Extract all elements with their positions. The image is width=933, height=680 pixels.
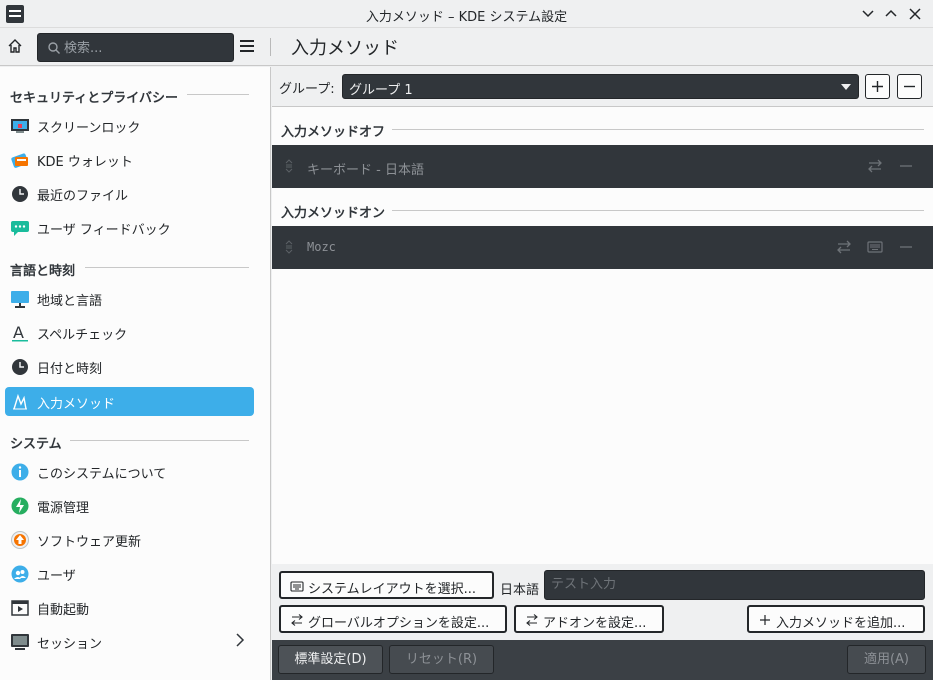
page-title: 入力メソッド — [291, 38, 399, 59]
im-row-mozc[interactable]: Mozc — [272, 226, 933, 269]
sidebar-item-spellcheck[interactable]: A スペルチェック — [5, 318, 254, 347]
configure-icon — [526, 614, 538, 626]
close-button[interactable] — [905, 4, 925, 24]
sidebar-item-session[interactable]: セッション — [5, 627, 254, 656]
section-divider — [392, 210, 924, 211]
main-panel: グループ: グループ 1 入力メソッドオフ キーボード - 日本語 入力メソッド… — [272, 67, 933, 680]
keyboard-icon — [290, 581, 304, 592]
keyboard-icon[interactable] — [866, 238, 884, 256]
section-divider — [392, 129, 924, 130]
sidebar-item-region-language[interactable]: 地域と言語 — [5, 284, 254, 313]
remove-group-button[interactable] — [897, 74, 922, 99]
toolbar-separator — [270, 38, 271, 56]
sidebar-item-users[interactable]: ユーザ — [5, 559, 254, 588]
input-method-list: 入力メソッドオフ キーボード - 日本語 入力メソッドオン Mozc — [272, 106, 933, 564]
sidebar-item-software-update[interactable]: ソフトウェア更新 — [5, 525, 254, 554]
defaults-button[interactable]: 標準設定(D) — [278, 645, 383, 674]
sidebar-item-power-management[interactable]: 電源管理 — [5, 491, 254, 520]
sidebar-item-input-method[interactable]: 入力メソッド — [5, 387, 254, 416]
test-input[interactable] — [551, 577, 911, 592]
minimize-button[interactable] — [858, 4, 878, 24]
input-method-icon — [13, 393, 27, 410]
group-select[interactable]: グループ 1 — [342, 74, 859, 99]
users-icon — [11, 565, 29, 583]
select-system-layout-button[interactable]: システムレイアウトを選択... — [279, 571, 494, 599]
sidebar-item-recent-files[interactable]: 最近のファイル — [5, 179, 254, 208]
plus-icon — [760, 615, 770, 625]
screen-lock-icon — [11, 119, 29, 133]
switch-layout-icon[interactable] — [835, 238, 853, 256]
maximize-button[interactable] — [881, 4, 901, 24]
configure-icon — [291, 614, 303, 626]
chevron-right-icon — [236, 633, 245, 647]
test-language-label: 日本語 — [500, 583, 540, 598]
feedback-icon — [11, 221, 29, 236]
sidebar-item-date-time[interactable]: 日付と時刻 — [5, 352, 254, 381]
remove-icon[interactable] — [897, 157, 915, 175]
toolbar: 入力メソッド — [0, 28, 933, 66]
wallet-icon — [11, 153, 29, 168]
clock-icon — [12, 359, 28, 375]
section-header-language-time: 言語と時刻 — [10, 264, 76, 279]
svg-text:A: A — [13, 323, 24, 342]
sidebar-item-autostart[interactable]: 自動起動 — [5, 593, 254, 622]
im-row-keyboard[interactable]: キーボード - 日本語 — [272, 145, 933, 188]
minus-icon — [904, 85, 915, 88]
section-header-system: システム — [10, 437, 62, 452]
group-select-value: グループ 1 — [349, 83, 413, 98]
search-icon — [48, 42, 60, 54]
region-icon — [11, 291, 29, 308]
group-label: グループ: — [279, 82, 335, 97]
global-options-button[interactable]: グローバルオプションを設定... — [279, 605, 507, 633]
spellcheck-icon: A — [12, 323, 28, 342]
section-divider — [187, 94, 249, 95]
test-input-field[interactable] — [544, 570, 925, 600]
sidebar-item-screen-lock[interactable]: スクリーンロック — [5, 111, 254, 140]
info-icon — [11, 463, 29, 481]
plus-icon — [872, 81, 883, 92]
drag-handle-icon[interactable] — [284, 158, 294, 174]
im-off-header: 入力メソッドオフ — [281, 125, 386, 140]
im-name: キーボード - 日本語 — [307, 163, 424, 178]
reset-button[interactable]: リセット(R) — [389, 645, 494, 674]
drag-handle-icon[interactable] — [284, 239, 294, 255]
im-on-header: 入力メソッドオン — [281, 206, 386, 221]
update-icon — [11, 531, 29, 549]
clock-icon — [12, 186, 28, 202]
add-input-method-button[interactable]: 入力メソッドを追加... — [747, 605, 925, 633]
sidebar-item-user-feedback[interactable]: ユーザ フィードバック — [5, 213, 254, 242]
switch-layout-icon[interactable] — [866, 157, 884, 175]
im-name: Mozc — [307, 240, 336, 254]
menu-icon[interactable] — [240, 40, 254, 54]
title-bar: 入力メソッド – KDE システム設定 — [0, 0, 933, 28]
dropdown-arrow-icon — [841, 84, 851, 90]
session-icon — [11, 634, 29, 650]
apply-button[interactable]: 適用(A) — [847, 645, 926, 674]
search-input[interactable] — [64, 38, 224, 58]
sidebar: セキュリティとプライバシー スクリーンロック KDE ウォレット 最近のファイル… — [0, 67, 271, 680]
bottom-controls: システムレイアウトを選択... 日本語 グローバルオプションを設定... アドオ… — [272, 564, 933, 640]
addons-button[interactable]: アドオンを設定... — [514, 605, 664, 633]
footer-bar: 標準設定(D) リセット(R) 適用(A) — [272, 640, 933, 680]
section-divider — [70, 440, 249, 441]
home-icon[interactable] — [6, 37, 24, 55]
remove-icon[interactable] — [897, 238, 915, 256]
section-header-security: セキュリティとプライバシー — [10, 91, 178, 106]
sidebar-item-kde-wallet[interactable]: KDE ウォレット — [5, 145, 254, 174]
window-title: 入力メソッド – KDE システム設定 — [365, 10, 568, 25]
search-field[interactable] — [37, 33, 234, 62]
power-icon — [11, 497, 29, 515]
section-divider — [85, 267, 249, 268]
autostart-icon — [11, 600, 29, 616]
add-group-button[interactable] — [865, 74, 890, 99]
sidebar-item-about-system[interactable]: このシステムについて — [5, 457, 254, 486]
